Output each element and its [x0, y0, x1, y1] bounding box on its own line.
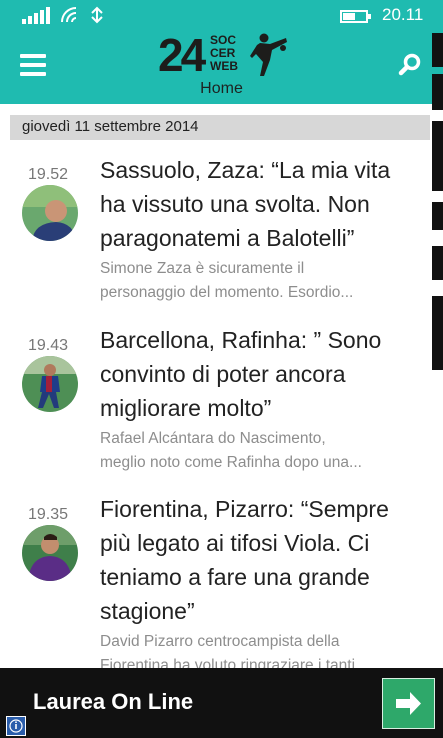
status-time: 20.11: [382, 5, 424, 24]
battery-icon: [340, 10, 371, 23]
edge-strip: [432, 296, 443, 370]
news-thumbnail: [22, 525, 78, 581]
wifi-icon: [61, 7, 77, 23]
ad-text: Laurea On Line: [33, 689, 194, 714]
ad-info-icon[interactable]: [6, 716, 26, 736]
app-header: 24 SOC CER WEB Home: [0, 30, 443, 104]
news-headline: Barcellona, Rafinha: ” Sono convinto di …: [100, 327, 382, 421]
signal-icon: [22, 7, 50, 24]
news-item[interactable]: 19.43 Barcellona, Rafinha: ” Sono convin…: [0, 320, 432, 480]
edge-strip: [432, 202, 443, 230]
news-item[interactable]: 19.35 Fiorentina, Pizarro: “Sempre più l…: [0, 490, 432, 674]
date-header: giovedì 11 settembre 2014: [10, 115, 430, 140]
search-icon[interactable]: [398, 52, 422, 76]
news-time: 19.52: [28, 166, 69, 183]
logo-word: WEB: [210, 59, 238, 73]
logo-number: 24: [158, 29, 206, 81]
edge-strip: [432, 246, 443, 280]
section-title: Home: [200, 80, 243, 97]
news-summary: Simone Zaza è sicuramente il personaggio…: [100, 260, 354, 301]
data-connection-icon: [91, 6, 103, 24]
status-bar: 20.11: [0, 0, 443, 30]
arrow-right-icon: [396, 692, 421, 715]
news-summary: Rafael Alcántara do Nascimento, meglio n…: [100, 430, 362, 471]
app-logo[interactable]: 24 SOC CER WEB: [158, 30, 288, 82]
news-thumbnail: [22, 356, 78, 412]
news-time: 19.43: [28, 337, 69, 354]
ad-cta-button[interactable]: [382, 678, 435, 729]
news-headline: Sassuolo, Zaza: “La mia vita ha vissuto …: [100, 157, 391, 251]
edge-strip: [432, 74, 443, 110]
edge-strip: [432, 121, 443, 191]
kicker-silhouette-icon: [250, 33, 287, 76]
news-headline: Fiorentina, Pizarro: “Sempre più legato …: [100, 496, 389, 624]
ad-banner[interactable]: Laurea On Line: [0, 668, 443, 738]
news-item[interactable]: 19.52 Sassuolo, Zaza: “La mia vita ha vi…: [0, 148, 432, 308]
menu-icon[interactable]: [20, 54, 46, 76]
date-label: giovedì 11 settembre 2014: [22, 118, 199, 135]
news-thumbnail: [22, 185, 78, 241]
news-time: 19.35: [28, 506, 69, 523]
edge-strip: [432, 33, 443, 67]
